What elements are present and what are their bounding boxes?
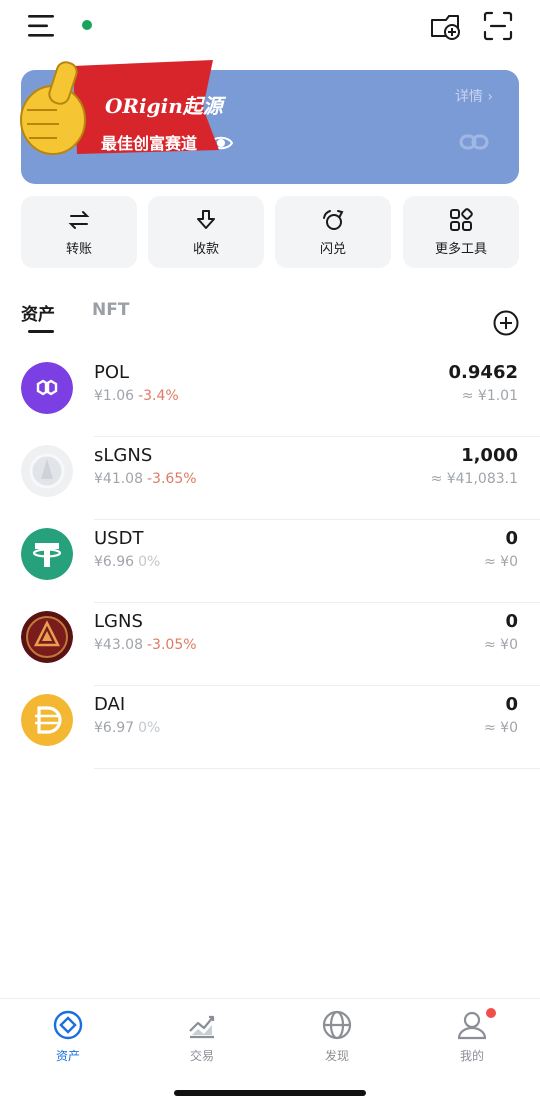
trade-chart-icon xyxy=(189,1015,215,1039)
tab-nft[interactable]: NFT xyxy=(92,300,129,320)
nav-trade[interactable]: 交易 xyxy=(162,1009,242,1069)
home-indicator[interactable] xyxy=(174,1090,366,1096)
transfer-button[interactable]: 转账 xyxy=(21,196,137,268)
network-status-dot xyxy=(82,20,92,30)
token-price: ¥6.97 0% xyxy=(94,720,161,736)
token-value: ≈ ¥1.01 xyxy=(461,388,518,404)
token-row-usdt[interactable]: USDT ¥6.96 0% 0 ≈ ¥0 xyxy=(0,520,540,603)
token-balance: 1,000 xyxy=(461,445,518,466)
token-value: ≈ ¥0 xyxy=(484,637,518,653)
promo-subtitle: 最佳创富赛道 xyxy=(101,134,198,153)
token-row-dai[interactable]: DAI ¥6.97 0% 0 ≈ ¥0 xyxy=(0,686,540,769)
wallet-add-icon[interactable] xyxy=(428,10,464,42)
token-change: 0% xyxy=(138,554,161,570)
token-balance: 0.9462 xyxy=(448,362,518,383)
hamburger-menu-icon[interactable] xyxy=(28,14,56,38)
token-row-lgns[interactable]: LGNS ¥43.08 -3.05% 0 ≈ ¥0 xyxy=(0,603,540,686)
token-value: ≈ ¥41,083.1 xyxy=(430,471,518,487)
chain-link-icon xyxy=(459,134,489,150)
token-symbol: LGNS xyxy=(94,611,143,632)
more-tools-label: 更多工具 xyxy=(434,242,487,257)
dai-token-icon xyxy=(21,694,73,746)
swap-label: 闪兑 xyxy=(319,242,346,257)
receive-button[interactable]: 收款 xyxy=(148,196,264,268)
token-value: ≈ ¥0 xyxy=(484,720,518,736)
swap-icon xyxy=(323,210,344,230)
slgns-token-icon xyxy=(21,445,73,497)
token-change: -3.4% xyxy=(138,388,179,404)
assets-icon xyxy=(53,1010,83,1040)
token-price: ¥6.96 0% xyxy=(94,554,161,570)
token-row-slgns[interactable]: sLGNS ¥41.08 -3.65% 1,000 ≈ ¥41,083.1 xyxy=(0,437,540,520)
token-price: ¥41.08 -3.65% xyxy=(94,471,197,487)
token-symbol: sLGNS xyxy=(94,445,153,466)
discover-globe-icon xyxy=(322,1010,352,1040)
more-tools-button[interactable]: 更多工具 xyxy=(403,196,519,268)
token-price: ¥43.08 -3.05% xyxy=(94,637,197,653)
transfer-icon xyxy=(68,211,90,229)
detail-link[interactable]: 详情 › xyxy=(455,86,493,106)
token-balance: 0 xyxy=(505,611,518,632)
receive-icon xyxy=(197,210,215,229)
tab-assets[interactable]: 资产 xyxy=(21,300,55,325)
nav-profile-label: 我的 xyxy=(459,1049,484,1063)
receive-label: 收款 xyxy=(192,242,219,257)
tab-active-indicator xyxy=(28,330,54,333)
more-tools-icon xyxy=(450,208,473,231)
transfer-label: 转账 xyxy=(65,242,92,257)
profile-icon xyxy=(457,1011,487,1040)
nav-assets-label: 资产 xyxy=(55,1049,80,1063)
notification-dot xyxy=(486,1008,496,1018)
wallet-banner[interactable]: 详情 › ORigin起源 最佳创富赛道 xyxy=(20,60,519,184)
token-balance: 0 xyxy=(505,528,518,549)
swap-button[interactable]: 闪兑 xyxy=(275,196,391,268)
token-change: -3.05% xyxy=(147,637,197,653)
nav-discover-label: 发现 xyxy=(324,1049,349,1063)
token-change: -3.65% xyxy=(147,471,197,487)
token-change: 0% xyxy=(138,720,161,736)
token-symbol: POL xyxy=(94,362,130,383)
token-value: ≈ ¥0 xyxy=(484,554,518,570)
token-symbol: DAI xyxy=(94,694,126,715)
scan-icon[interactable] xyxy=(482,10,514,42)
pol-token-icon xyxy=(21,362,73,414)
token-balance: 0 xyxy=(505,694,518,715)
nav-trade-label: 交易 xyxy=(189,1049,214,1063)
nav-discover[interactable]: 发现 xyxy=(297,1009,377,1069)
nav-assets[interactable]: 资产 xyxy=(28,1009,108,1069)
token-symbol: USDT xyxy=(94,528,144,549)
row-divider xyxy=(94,768,540,769)
lgns-token-icon xyxy=(21,611,73,663)
token-price: ¥1.06 -3.4% xyxy=(94,388,179,404)
add-token-icon[interactable] xyxy=(493,310,519,336)
usdt-token-icon xyxy=(21,528,73,580)
nav-profile[interactable]: 我的 xyxy=(432,1009,512,1069)
promo-title: ORigin起源 xyxy=(105,94,223,118)
token-row-pol[interactable]: POL ¥1.06 -3.4% 0.9462 ≈ ¥1.01 xyxy=(0,354,540,437)
